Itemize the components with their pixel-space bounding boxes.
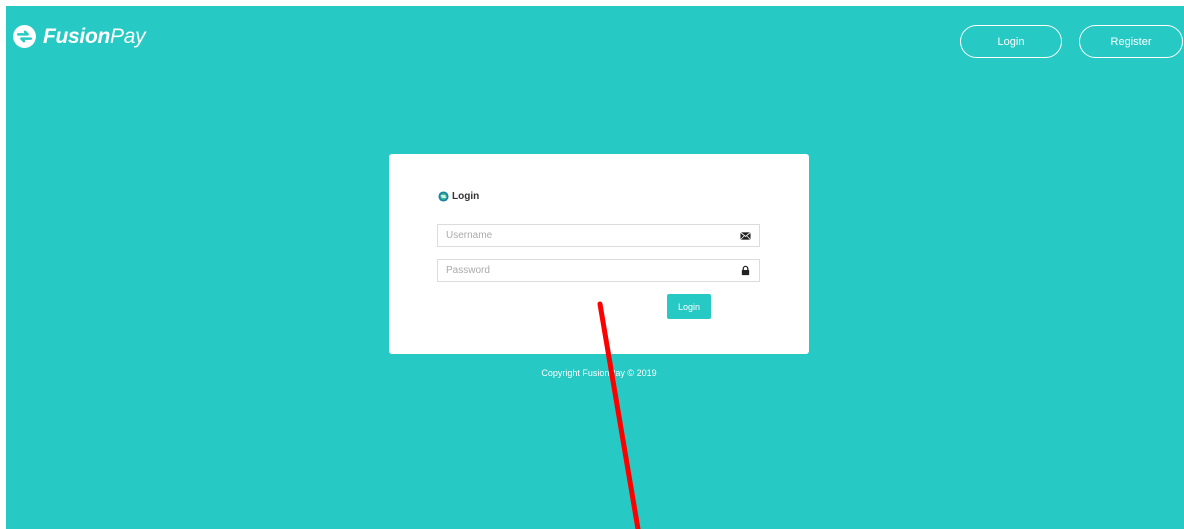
brand-name-light: Pay — [110, 24, 146, 48]
fusionpay-logo-icon — [13, 24, 36, 48]
brand-name-bold: Fusion — [43, 24, 111, 48]
page-background: FusionPay Login Register Login Username … — [6, 6, 1184, 529]
header-register-button[interactable]: Register — [1079, 25, 1183, 58]
header-login-button[interactable]: Login — [960, 25, 1062, 58]
username-field[interactable] — [437, 224, 760, 247]
login-card-title-text: Login — [452, 191, 480, 202]
lock-icon — [741, 265, 750, 276]
brand-logo[interactable]: FusionPay — [12, 22, 146, 50]
password-field[interactable] — [437, 259, 760, 282]
login-submit-button[interactable]: Login — [667, 294, 711, 319]
login-card: Login Login — [389, 154, 809, 354]
copyright-text: Copyright FusionPay © 2019 — [541, 368, 657, 378]
fusionpay-logo-icon — [438, 191, 449, 202]
username-input[interactable] — [438, 225, 744, 246]
login-card-title: Login — [438, 191, 479, 202]
brand-name: FusionPay — [43, 24, 146, 48]
password-input[interactable] — [438, 260, 744, 281]
envelope-icon — [740, 231, 751, 240]
